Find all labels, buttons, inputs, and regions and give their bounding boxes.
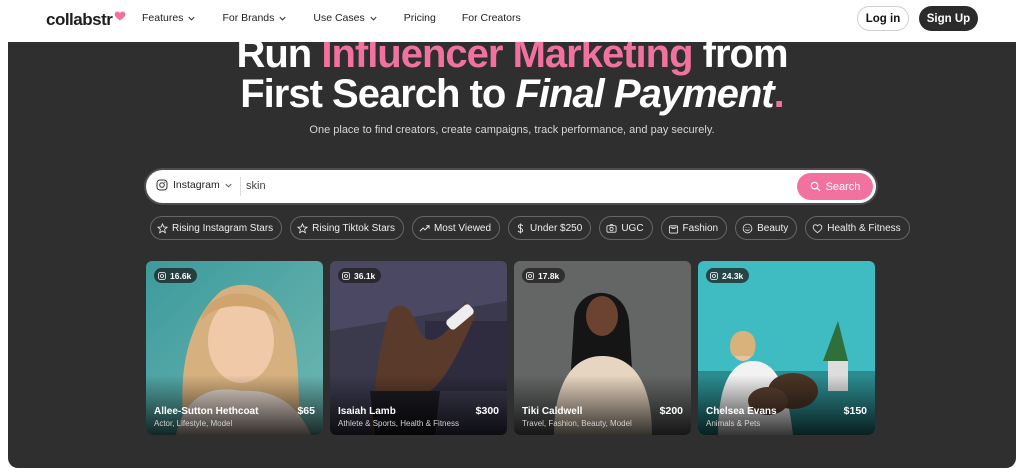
search-icon <box>810 181 820 192</box>
creator-name: Allee-Sutton Hethcoat <box>154 406 259 417</box>
heart-icon <box>813 223 823 233</box>
follower-count: 24.3k <box>722 270 744 281</box>
chip-most-viewed[interactable]: Most Viewed <box>411 216 501 240</box>
chip-label: Health & Fitness <box>827 222 901 234</box>
follower-count: 36.1k <box>354 270 376 281</box>
headline-text: from <box>692 42 789 76</box>
follower-badge: 17.8k <box>522 268 566 283</box>
nav-link-label: For Creators <box>461 12 521 24</box>
creator-card[interactable]: 16.6k Allee-Sutton Hethcoat Actor, Lifes… <box>146 261 323 435</box>
creator-name: Chelsea Evans <box>706 406 777 417</box>
nav-link-for-brands[interactable]: For Brands <box>222 12 287 24</box>
creator-card[interactable]: 24.3k Chelsea Evans Animals & Pets $150 <box>698 261 875 435</box>
creator-name: Tiki Caldwell <box>522 406 583 417</box>
headline-italic: Final Payment <box>515 72 774 116</box>
smile-icon <box>742 223 753 233</box>
chip-rising-instagram-stars[interactable]: Rising Instagram Stars <box>150 216 283 240</box>
creator-price: $200 <box>659 405 683 417</box>
nav-link-for-creators[interactable]: For Creators <box>462 12 521 24</box>
platform-label: Instagram <box>173 179 220 191</box>
nav-link-label: For Brands <box>222 12 275 24</box>
headline-line-1: Run Influencer Marketing from <box>8 42 1016 76</box>
follower-badge: 24.3k <box>706 268 750 283</box>
creator-price: $150 <box>843 405 867 417</box>
instagram-icon <box>158 271 166 280</box>
chip-label: Rising Instagram Stars <box>172 222 274 234</box>
top-nav: collabstr Features For Brands Use Cases … <box>0 0 1024 42</box>
nav-link-features[interactable]: Features <box>142 12 196 24</box>
chevron-down-icon <box>188 16 196 21</box>
follower-count: 17.8k <box>538 270 560 281</box>
chip-label: Fashion <box>682 222 719 234</box>
instagram-icon <box>156 179 168 191</box>
chevron-down-icon <box>279 16 286 21</box>
dollar-icon <box>517 222 524 234</box>
search-button[interactable]: Search <box>797 173 873 200</box>
shopping-bag-icon <box>668 224 678 233</box>
nav-link-label: Use Cases <box>313 12 365 24</box>
nav-links: Features For Brands Use Cases Pricing Fo… <box>142 12 547 24</box>
follower-badge: 16.6k <box>154 268 198 283</box>
star-icon <box>297 222 309 234</box>
follower-count: 16.6k <box>170 270 192 281</box>
chip-ugc[interactable]: UGC <box>599 216 653 240</box>
trending-icon <box>419 224 430 232</box>
creator-price: $300 <box>475 405 499 417</box>
search-divider <box>240 177 241 196</box>
chevron-down-icon <box>225 183 232 188</box>
instagram-icon <box>526 271 534 280</box>
creator-tags: Travel, Fashion, Beauty, Model <box>522 419 632 428</box>
logo[interactable]: collabstr <box>46 10 126 30</box>
search-input[interactable] <box>246 176 766 196</box>
creator-price: $65 <box>297 405 315 417</box>
headline-line-2: First Search to Final Payment. <box>8 72 1016 116</box>
search-bar: Instagram Search <box>146 170 876 203</box>
creator-card[interactable]: 17.8k Tiki Caldwell Travel, Fashion, Bea… <box>514 261 691 435</box>
logo-heart-icon <box>115 11 126 21</box>
follower-badge: 36.1k <box>338 268 382 283</box>
chip-rising-tiktok-stars[interactable]: Rising Tiktok Stars <box>290 216 404 240</box>
filter-chips: Rising Instagram Stars Rising Tiktok Sta… <box>150 216 918 240</box>
nav-link-label: Features <box>142 12 184 24</box>
chip-beauty[interactable]: Beauty <box>735 216 798 240</box>
creator-card[interactable]: 36.1k Isaiah Lamb Athlete & Sports, Heal… <box>330 261 507 435</box>
hero-section: Run Influencer Marketing from First Sear… <box>8 42 1016 468</box>
instagram-icon <box>710 271 718 280</box>
nav-link-use-cases[interactable]: Use Cases <box>313 12 377 24</box>
creator-name: Isaiah Lamb <box>338 406 396 417</box>
logo-text: collabstr <box>46 10 113 29</box>
hero-subheading: One place to find creators, create campa… <box>309 124 715 136</box>
headline-text: First Search to <box>240 72 516 116</box>
creator-tags: Athlete & Sports, Health & Fitness <box>338 419 459 428</box>
signup-button[interactable]: Sign Up <box>919 6 978 31</box>
login-button[interactable]: Log in <box>857 6 909 31</box>
headline-text: Run <box>236 42 322 76</box>
chip-label: Beauty <box>757 222 789 234</box>
chip-label: Under $250 <box>530 222 583 234</box>
chip-label: UGC <box>621 222 644 234</box>
instagram-icon <box>342 271 350 280</box>
chip-label: Rising Tiktok Stars <box>312 222 395 234</box>
chip-label: Most Viewed <box>433 222 492 234</box>
camera-icon <box>606 223 617 233</box>
chip-health-fitness[interactable]: Health & Fitness <box>805 216 910 240</box>
nav-link-label: Pricing <box>403 12 436 24</box>
chip-fashion[interactable]: Fashion <box>660 216 728 240</box>
nav-link-pricing[interactable]: Pricing <box>404 12 436 24</box>
creator-tags: Actor, Lifestyle, Model <box>154 419 233 428</box>
creator-tags: Animals & Pets <box>706 419 761 428</box>
platform-select[interactable]: Instagram <box>156 179 233 191</box>
chevron-down-icon <box>370 16 377 21</box>
search-button-label: Search <box>825 180 861 193</box>
headline-period: . <box>773 72 785 116</box>
headline-highlight: Influencer Marketing <box>321 42 693 76</box>
chip-under-250[interactable]: Under $250 <box>508 216 592 240</box>
star-icon <box>157 222 168 234</box>
